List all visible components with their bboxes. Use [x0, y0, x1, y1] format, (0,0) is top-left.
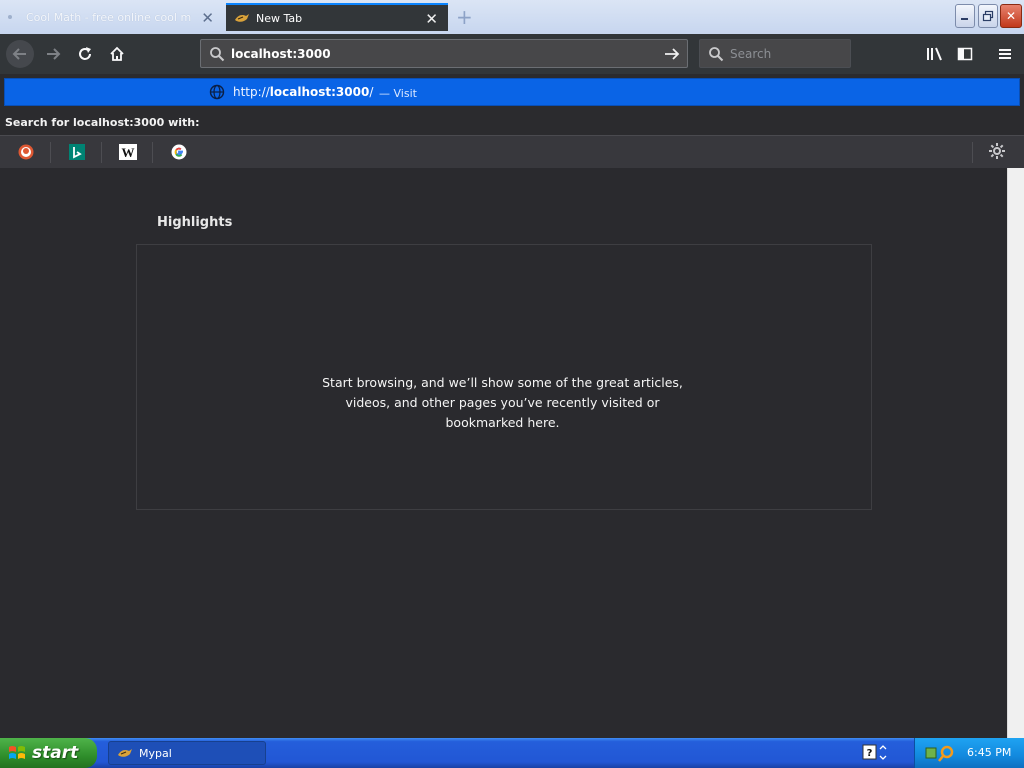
forward-arrow-icon: [47, 48, 61, 60]
engine-separator: [972, 142, 973, 163]
vertical-scrollbar[interactable]: [1007, 168, 1024, 738]
highlights-empty-message: Start browsing, and we’ll show some of t…: [322, 375, 683, 430]
tray-icons[interactable]: [925, 744, 959, 762]
reload-button[interactable]: [72, 41, 98, 67]
taskbar-item-mypal[interactable]: Mypal: [108, 741, 266, 765]
search-icon: [709, 46, 724, 61]
bing-icon: [69, 144, 85, 160]
forward-button[interactable]: [40, 41, 66, 67]
autocomplete-row-visit[interactable]: http://localhost:3000/ — Visit: [4, 78, 1020, 106]
restore-icon: [982, 10, 994, 22]
tab-label: Cool Math - free online cool math: [26, 10, 191, 24]
new-tab-plus-icon[interactable]: +: [456, 5, 473, 29]
bing-engine-button[interactable]: [68, 143, 86, 161]
minimize-icon: [961, 18, 968, 20]
taskbar-item-label: Mypal: [139, 746, 172, 760]
back-arrow-icon: [12, 48, 26, 60]
close-tab-icon[interactable]: ✕: [201, 9, 214, 27]
home-button[interactable]: [104, 41, 130, 67]
url-autocomplete-popup: http://localhost:3000/ — Visit Search fo…: [0, 74, 1024, 169]
restore-window-button[interactable]: [978, 4, 998, 28]
windows-logo-icon: [9, 746, 25, 759]
library-button[interactable]: [922, 41, 948, 67]
search-input[interactable]: Search: [730, 47, 771, 61]
engine-separator: [101, 142, 102, 163]
search-icon: [210, 46, 225, 61]
back-button[interactable]: [6, 40, 34, 68]
close-window-button[interactable]: ✕: [1000, 4, 1022, 28]
tab-loading-dot-icon: [8, 15, 12, 19]
tab-new-tab[interactable]: New Tab ✕: [226, 3, 448, 31]
search-settings-button[interactable]: [988, 142, 1006, 160]
globe-icon: [209, 84, 225, 100]
svg-text:W: W: [122, 145, 135, 160]
engine-separator: [152, 142, 153, 163]
gear-icon: [989, 143, 1005, 159]
url-suffix: /: [369, 85, 374, 99]
sidebar-icon: [957, 47, 973, 61]
home-icon: [110, 46, 124, 61]
google-icon: [171, 144, 187, 160]
navigation-toolbar: localhost:3000 Search: [0, 34, 1024, 74]
mypal-app-icon: [118, 749, 132, 757]
sidebar-button[interactable]: [952, 41, 978, 67]
autocomplete-url: http://localhost:3000/: [233, 85, 373, 99]
duckduckgo-engine-button[interactable]: [17, 143, 35, 161]
search-with-label: Search for localhost:3000 with:: [5, 116, 200, 129]
tab-label: New Tab: [256, 11, 303, 25]
url-input[interactable]: localhost:3000: [231, 47, 331, 61]
engine-separator: [50, 142, 51, 163]
google-engine-button[interactable]: [170, 143, 188, 161]
title-bar: Cool Math - free online cool math ✕ New …: [0, 0, 1024, 34]
menu-button[interactable]: [992, 41, 1018, 67]
wikipedia-engine-button[interactable]: W: [119, 143, 137, 161]
autocomplete-action: — Visit: [379, 87, 417, 100]
url-prefix: http://: [233, 85, 270, 99]
svg-text:?: ?: [867, 748, 873, 759]
windows-taskbar: start Mypal ? 6:45 PM: [0, 738, 1024, 768]
url-host: localhost:3000: [269, 85, 370, 99]
hamburger-menu-icon: [999, 49, 1011, 59]
minimize-window-button[interactable]: [955, 4, 975, 28]
close-icon: ✕: [1005, 9, 1017, 23]
tab-cool-math[interactable]: Cool Math - free online cool math ✕: [2, 3, 224, 31]
go-arrow-icon[interactable]: [663, 45, 681, 63]
reload-icon: [79, 47, 91, 60]
search-bar[interactable]: Search: [699, 39, 851, 68]
mypal-favicon-icon: [235, 14, 249, 22]
wikipedia-icon: W: [119, 144, 137, 160]
duckduckgo-icon: [18, 144, 34, 160]
url-bar[interactable]: localhost:3000: [200, 39, 688, 68]
start-label: start: [32, 743, 79, 763]
start-button[interactable]: start: [0, 738, 97, 768]
system-clock: 6:45 PM: [967, 746, 1012, 759]
close-tab-icon[interactable]: ✕: [425, 10, 438, 28]
help-tray-icon[interactable]: ?: [862, 744, 888, 762]
one-off-search-engines: W: [0, 135, 1024, 169]
library-icon: [927, 47, 942, 61]
highlights-heading: Highlights: [157, 215, 233, 230]
